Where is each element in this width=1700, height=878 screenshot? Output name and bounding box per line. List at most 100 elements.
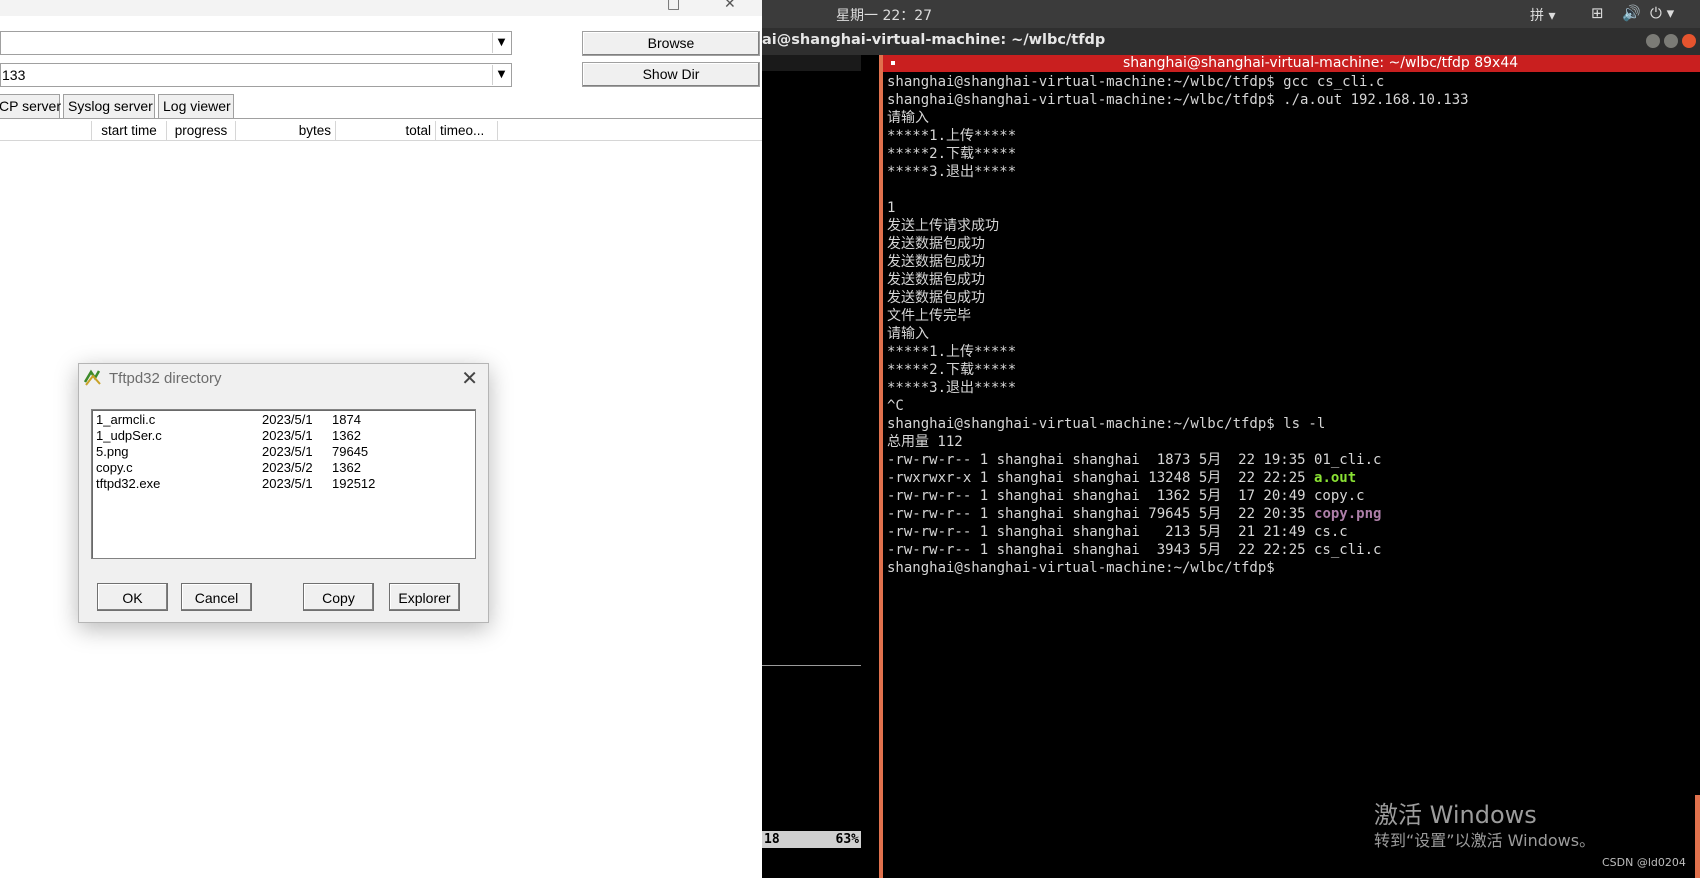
file-size: 1362 — [332, 428, 361, 443]
network-icon[interactable]: ⊞ — [1591, 4, 1604, 22]
terminal-line-text: 请输入 — [887, 326, 929, 342]
server-interface-combo[interactable]: 133 ▼ — [0, 63, 512, 87]
terminal-right-pane[interactable]: shanghai@shanghai-virtual-machine: ~/wlb… — [883, 55, 1700, 878]
chevron-down-icon[interactable]: ▼ — [492, 33, 510, 53]
file-size: 1874 — [332, 412, 361, 427]
terminal-line-text: -rwxrwxr-x 1 shanghai shanghai 13248 5月 … — [887, 470, 1315, 486]
file-date: 2023/5/1 — [262, 428, 313, 443]
file-list[interactable]: 1_armcli.c 2023/5/1 1874 1_udpSer.c 2023… — [91, 409, 476, 559]
terminal-line-text: *****2.下载***** — [887, 146, 1017, 162]
pane-title-bar: shanghai@shanghai-virtual-machine: ~/wlb… — [883, 55, 1700, 72]
tab-pane-border — [0, 118, 762, 119]
terminal-line-text: 发送数据包成功 — [887, 290, 985, 306]
csdn-credit: CSDN @ld0204 — [1602, 856, 1686, 869]
terminal-line-text: *****1.上传***** — [887, 344, 1017, 360]
tab-log-viewer[interactable]: Log viewer — [158, 94, 234, 118]
terminal-line: shanghai@shanghai-virtual-machine:~/wlbc… — [887, 415, 1687, 433]
file-size: 1362 — [332, 460, 361, 475]
terminal-line: 发送数据包成功 — [887, 271, 1687, 289]
terminal-line-text: 1 — [887, 200, 896, 216]
terminal-line: 发送数据包成功 — [887, 253, 1687, 271]
tftpd32-app-icon — [83, 369, 101, 386]
terminal-line: -rw-rw-r-- 1 shanghai shanghai 1362 5月 1… — [887, 487, 1687, 505]
terminal-highlighted-filename: copy.png — [1314, 506, 1382, 522]
volume-icon[interactable]: 🔊 — [1622, 4, 1641, 22]
terminal-line-text: -rw-rw-r-- 1 shanghai shanghai 1362 5月 1… — [887, 488, 1365, 504]
terminal-highlighted-filename: a.out — [1314, 470, 1357, 486]
terminal-line: -rw-rw-r-- 1 shanghai shanghai 79645 5月 … — [887, 505, 1687, 523]
left-pane-header — [762, 55, 861, 71]
explorer-button[interactable]: Explorer — [389, 583, 460, 611]
terminal-pane-icon — [887, 57, 899, 69]
dialog-title: Tftpd32 directory — [109, 370, 222, 387]
status-percentage: 63% — [835, 832, 859, 847]
column-header-progress[interactable]: progress — [167, 121, 236, 141]
file-name: copy.c — [96, 460, 133, 475]
close-icon[interactable] — [1682, 34, 1696, 48]
file-date: 2023/5/1 — [262, 444, 313, 459]
tftpd32-directory-dialog: Tftpd32 directory ✕ 1_armcli.c 2023/5/1 … — [78, 363, 489, 623]
terminal-line: -rw-rw-r-- 1 shanghai shanghai 213 5月 21… — [887, 523, 1687, 541]
terminal-line: 总用量 112 — [887, 433, 1687, 451]
terminal-line-text: shanghai@shanghai-virtual-machine:~/wlbc… — [887, 560, 1284, 576]
cancel-button[interactable]: Cancel — [181, 583, 252, 611]
watermark-line-2: 转到“设置”以激活 Windows。 — [1374, 831, 1596, 850]
terminal-line-text: ^C — [887, 398, 904, 414]
terminal-line: *****3.退出***** — [887, 379, 1687, 397]
terminal-line-text: 发送数据包成功 — [887, 254, 985, 270]
watermark-line-1: 激活 Windows — [1374, 801, 1537, 829]
chevron-down-icon[interactable]: ▼ — [492, 65, 510, 85]
ubuntu-desktop: 星期一 22：27 拼 ▾ ⊞ 🔊 ⏻ ▾ ai@shanghai-virtua… — [762, 0, 1700, 878]
terminal-line: 发送数据包成功 — [887, 235, 1687, 253]
file-date: 2023/5/1 — [262, 412, 313, 427]
terminal-line: 请输入 — [887, 109, 1687, 127]
terminal-line-text: 请输入 — [887, 110, 929, 126]
minimize-icon[interactable] — [1646, 34, 1660, 48]
column-header-total[interactable]: total — [336, 121, 436, 141]
terminal-line-text: shanghai@shanghai-virtual-machine:~/wlbc… — [887, 74, 1385, 90]
input-method-indicator[interactable]: 拼 ▾ — [1530, 5, 1555, 25]
terminal-line: 发送上传请求成功 — [887, 217, 1687, 235]
file-name: tftpd32.exe — [96, 476, 161, 491]
terminal-line: *****1.上传***** — [887, 127, 1687, 145]
terminal-output[interactable]: shanghai@shanghai-virtual-machine:~/wlbc… — [887, 73, 1687, 577]
browse-button[interactable]: Browse — [582, 31, 760, 56]
close-icon[interactable]: ✕ — [461, 366, 478, 390]
terminal-line-text: -rw-rw-r-- 1 shanghai shanghai 79645 5月 … — [887, 506, 1315, 522]
clock[interactable]: 星期一 22：27 — [836, 5, 932, 25]
terminal-left-pane[interactable]: 18 63% — [762, 55, 861, 878]
column-header-timeout[interactable]: timeo... — [436, 121, 498, 141]
maximize-button[interactable]: □ — [667, 0, 680, 12]
terminal-line: shanghai@shanghai-virtual-machine:~/wlbc… — [887, 73, 1687, 91]
terminal-line-text: -rw-rw-r-- 1 shanghai shanghai 3943 5月 2… — [887, 542, 1382, 558]
window-edge-accent — [1695, 795, 1700, 878]
file-name: 5.png — [96, 444, 129, 459]
ok-button[interactable]: OK — [97, 583, 168, 611]
copy-button[interactable]: Copy — [303, 583, 374, 611]
tab-tftp-server[interactable]: CP server — [0, 94, 61, 118]
status-line-number: 18 — [764, 832, 780, 847]
tab-syslog-server[interactable]: Syslog server — [63, 94, 155, 118]
power-icon[interactable]: ⏻ ▾ — [1650, 4, 1674, 22]
terminal-line-text: -rw-rw-r-- 1 shanghai shanghai 213 5月 21… — [887, 524, 1348, 540]
show-dir-button[interactable]: Show Dir — [582, 62, 760, 87]
column-header-start-time[interactable]: start time — [92, 121, 167, 141]
dialog-titlebar: Tftpd32 directory ✕ — [79, 364, 488, 396]
column-header-empty[interactable] — [0, 121, 92, 141]
top-bar: 星期一 22：27 拼 ▾ ⊞ 🔊 ⏻ ▾ — [762, 0, 1700, 28]
terminal-window-title: ai@shanghai-virtual-machine: ~/wlbc/tfdp — [762, 32, 1106, 48]
terminal-line: 1 — [887, 199, 1687, 217]
file-date: 2023/5/2 — [262, 460, 313, 475]
terminal-line-text: *****3.退出***** — [887, 380, 1017, 396]
base-directory-combo[interactable]: ▼ — [0, 31, 512, 55]
close-button[interactable]: ✕ — [724, 0, 736, 12]
column-header-bytes[interactable]: bytes — [236, 121, 336, 141]
terminal-line: *****2.下载***** — [887, 361, 1687, 379]
terminal-line-text: *****3.退出***** — [887, 164, 1017, 180]
terminal-line: shanghai@shanghai-virtual-machine:~/wlbc… — [887, 559, 1687, 577]
maximize-icon[interactable] — [1664, 34, 1678, 48]
tftpd32-titlebar: □ ✕ — [0, 0, 762, 16]
terminal-line-text: *****2.下载***** — [887, 362, 1017, 378]
terminal-line-text: shanghai@shanghai-virtual-machine:~/wlbc… — [887, 92, 1469, 108]
